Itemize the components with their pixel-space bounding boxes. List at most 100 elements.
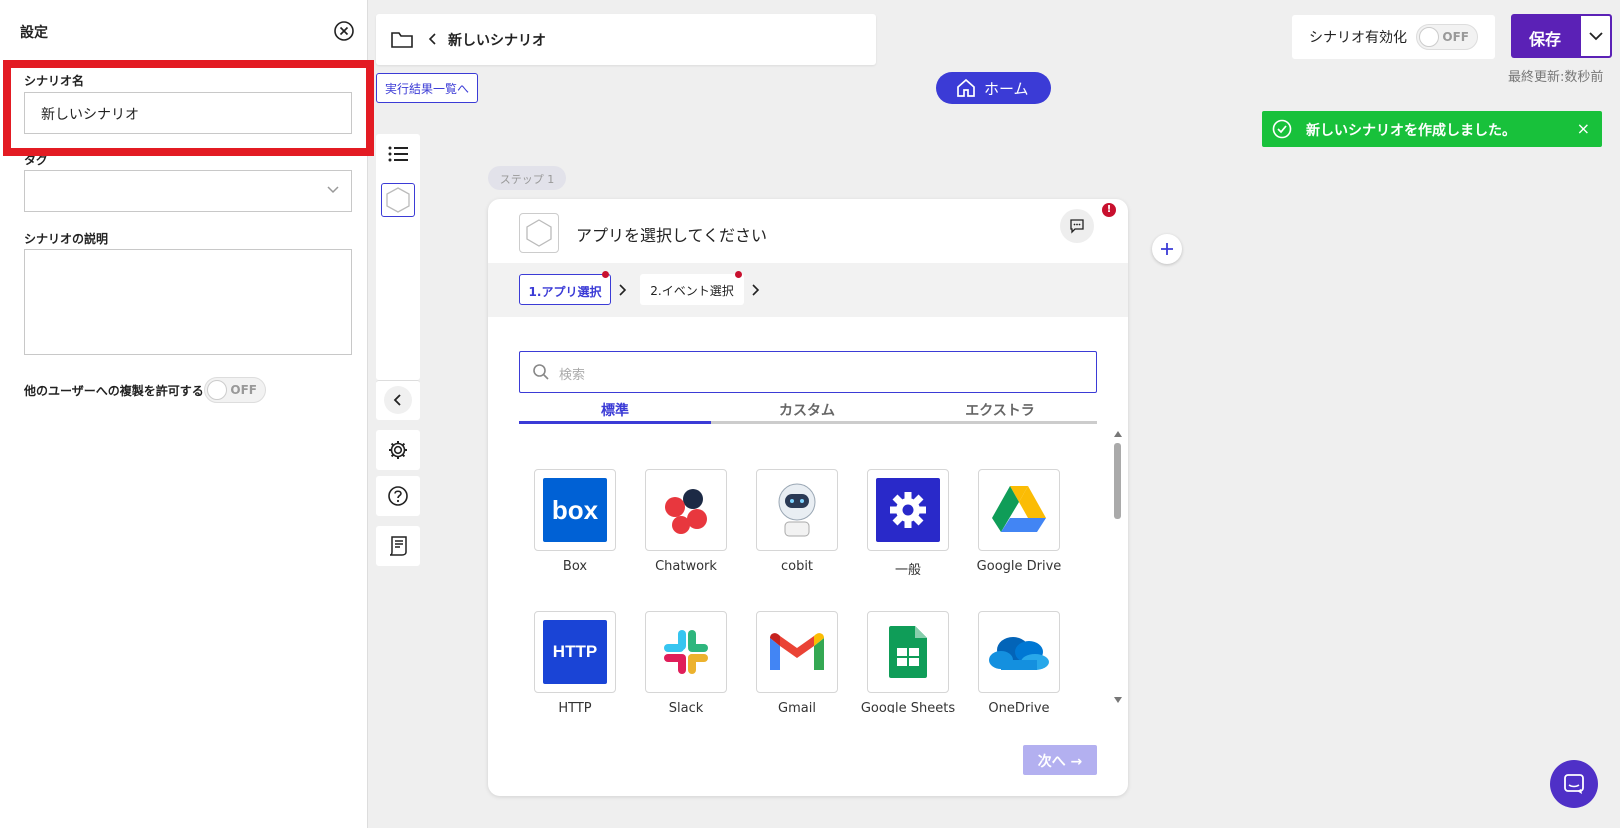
substep-event-select[interactable]: 2.イベント選択 — [640, 274, 744, 305]
app-grid: box Box Chatwork cobit 一般 Google Drive H… — [519, 431, 1099, 713]
app-name: Chatwork — [655, 559, 717, 574]
toast-message: 新しいシナリオを作成しました。 — [1306, 123, 1516, 139]
chevron-left-icon — [384, 386, 412, 414]
home-icon — [957, 78, 975, 97]
app-tile-google-sheets[interactable] — [867, 611, 949, 693]
scenario-title-bar: 新しいシナリオ — [376, 14, 876, 65]
app-tabs: 標準 カスタム エクストラ — [519, 397, 1097, 425]
chat-widget-button[interactable] — [1550, 760, 1598, 808]
toggle-knob — [1419, 27, 1439, 47]
step-badge: ステップ 1 — [488, 166, 566, 190]
copy-permission-label: 他のユーザーへの複製を許可する — [24, 384, 204, 398]
alert-dot-icon — [735, 271, 742, 278]
save-options-button[interactable] — [1579, 14, 1612, 58]
highlight-box — [3, 60, 374, 156]
app-tile-slack[interactable] — [645, 611, 727, 693]
step-list-strip — [376, 134, 420, 380]
settings-panel: 設定 シナリオ名 新しいシナリオ タグ シナリオの説明 他のユーザーへの複製を許… — [0, 0, 374, 828]
google-sheets-icon — [889, 626, 927, 678]
app-tile-cobit[interactable] — [756, 469, 838, 551]
cobit-robot-icon — [778, 483, 816, 537]
app-search-input[interactable]: 検索 — [519, 351, 1097, 393]
home-label: ホーム — [984, 80, 1029, 98]
toggle-state: OFF — [1442, 30, 1469, 44]
step-thumbnail[interactable] — [381, 183, 415, 217]
app-tile-onedrive[interactable] — [978, 611, 1060, 693]
help-icon[interactable] — [376, 476, 420, 516]
chat-icon — [1564, 774, 1584, 794]
gear-icon[interactable] — [376, 430, 420, 470]
app-grid-scrollbar[interactable] — [1114, 431, 1122, 703]
scroll-down-icon[interactable] — [1114, 697, 1122, 703]
check-circle-icon — [1272, 119, 1292, 139]
results-link[interactable]: 実行結果一覧へ — [376, 73, 478, 103]
app-tile-general[interactable] — [867, 469, 949, 551]
app-name: cobit — [780, 559, 814, 574]
back-chevron-icon[interactable] — [428, 33, 438, 45]
activate-label: シナリオ有効化 — [1309, 30, 1407, 46]
copy-permission-toggle[interactable]: OFF — [204, 377, 266, 403]
gear-app-icon — [876, 478, 940, 542]
toast-close-icon[interactable]: × — [1577, 119, 1590, 138]
app-name: Google Sheets — [860, 701, 956, 713]
activate-panel: シナリオ有効化 OFF — [1292, 15, 1495, 59]
http-logo-icon: HTTP — [543, 620, 607, 684]
gmail-logo-icon — [770, 633, 824, 670]
chevron-down-icon — [327, 186, 339, 194]
app-name: HTTP — [558, 701, 592, 713]
chevron-right-icon — [752, 284, 760, 296]
chatwork-logo-icon — [665, 489, 707, 534]
tab-active-indicator — [519, 421, 711, 424]
step-card: アプリを選択してください ! 1.アプリ選択 2.イベント選択 検索 標準 カス… — [488, 199, 1128, 796]
tag-select[interactable] — [24, 170, 352, 212]
slack-logo-icon — [664, 630, 708, 674]
description-textarea[interactable] — [24, 249, 352, 355]
search-placeholder: 検索 — [559, 368, 586, 383]
scroll-up-icon[interactable] — [1114, 431, 1122, 437]
step-title: アプリを選択してください — [576, 226, 768, 245]
next-button[interactable]: 次へ → — [1023, 745, 1097, 775]
success-toast: 新しいシナリオを作成しました。 × — [1262, 111, 1602, 147]
comment-icon[interactable] — [1060, 209, 1094, 243]
box-logo-icon: box — [543, 478, 607, 542]
scenario-title[interactable]: 新しいシナリオ — [448, 30, 546, 50]
search-icon — [533, 364, 549, 380]
app-tile-gmail[interactable] — [756, 611, 838, 693]
substep-app-select[interactable]: 1.アプリ選択 — [519, 274, 611, 305]
app-tile-google-drive[interactable] — [978, 469, 1060, 551]
app-tile-chatwork[interactable] — [645, 469, 727, 551]
hexagon-icon — [386, 187, 410, 213]
app-name: Gmail — [778, 701, 816, 713]
chevron-down-icon — [1589, 32, 1603, 41]
app-name: 一般 — [894, 563, 921, 578]
app-name: OneDrive — [988, 701, 1050, 713]
alert-dot-icon — [602, 271, 609, 278]
onedrive-logo-icon — [989, 637, 1049, 670]
app-name: Slack — [668, 701, 704, 713]
home-button[interactable]: ホーム — [936, 72, 1051, 104]
app-placeholder-icon — [519, 213, 559, 253]
list-icon[interactable] — [376, 134, 420, 174]
add-step-button[interactable] — [1152, 234, 1182, 264]
plus-icon — [1161, 243, 1173, 255]
collapse-button[interactable] — [376, 380, 420, 420]
app-name: Google Drive — [976, 559, 1062, 574]
save-button[interactable]: 保存 — [1511, 14, 1579, 58]
close-icon[interactable] — [333, 20, 355, 42]
scrollbar-thumb[interactable] — [1114, 443, 1121, 519]
app-tile-box[interactable]: box — [534, 469, 616, 551]
description-label: シナリオの説明 — [24, 232, 109, 246]
log-icon[interactable] — [376, 526, 420, 566]
toggle-state: OFF — [230, 383, 257, 397]
google-drive-icon — [992, 486, 1046, 532]
toggle-knob — [207, 380, 227, 400]
app-name: Box — [562, 559, 588, 574]
chevron-right-icon — [619, 284, 627, 296]
activate-toggle[interactable]: OFF — [1416, 24, 1478, 50]
alert-badge-icon: ! — [1102, 203, 1116, 217]
substep-bar: 1.アプリ選択 2.イベント選択 — [488, 263, 1128, 317]
app-tile-http[interactable]: HTTP — [534, 611, 616, 693]
folder-icon[interactable] — [390, 30, 414, 50]
settings-title: 設定 — [20, 25, 48, 41]
last-updated: 最終更新:数秒前 — [1508, 70, 1604, 85]
